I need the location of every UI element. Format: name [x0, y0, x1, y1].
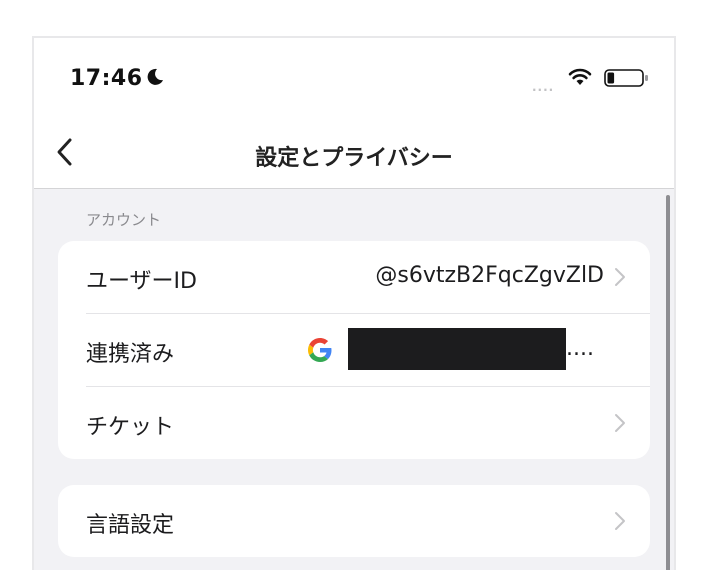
language-group: 言語設定 — [58, 485, 650, 557]
page-title: 設定とプライバシー — [255, 146, 453, 171]
redacted-account-value — [348, 328, 566, 370]
navigation-bar: 設定とプライバシー — [34, 118, 674, 189]
moon-icon — [147, 68, 163, 85]
row-linked-accounts[interactable]: 連携済み .... — [58, 314, 650, 386]
chevron-right-icon — [615, 512, 625, 530]
row-user-id[interactable]: ユーザーID @s6vtzB2FqcZgvZlD — [58, 241, 650, 313]
scrollbar[interactable] — [666, 195, 670, 570]
battery-icon — [604, 69, 648, 87]
row-label: 言語設定 — [86, 513, 175, 538]
status-time: 17:46 — [70, 66, 143, 91]
row-label: ユーザーID — [86, 269, 197, 294]
settings-list: アカウント ユーザーID @s6vtzB2FqcZgvZlD 連携済み ....… — [34, 189, 674, 570]
row-tickets[interactable]: チケット — [58, 387, 650, 459]
signal-indicator: .... — [532, 80, 555, 94]
chevron-right-icon — [615, 268, 625, 286]
section-header-account: アカウント — [86, 211, 162, 229]
wifi-icon — [568, 68, 592, 85]
row-label: 連携済み — [86, 342, 175, 367]
google-icon — [308, 338, 332, 362]
row-label: チケット — [86, 415, 175, 440]
user-id-value: @s6vtzB2FqcZgvZlD — [375, 263, 604, 288]
account-group: ユーザーID @s6vtzB2FqcZgvZlD 連携済み .... チケット — [58, 241, 650, 459]
status-bar: 17:46 .... — [34, 38, 674, 118]
linked-account-suffix: .... — [566, 336, 594, 361]
phone-screen: 17:46 .... 設定とプライバシー アカウント ユーザーID @s6vtz… — [32, 36, 676, 570]
chevron-right-icon — [615, 414, 625, 432]
row-language-settings[interactable]: 言語設定 — [58, 485, 650, 557]
